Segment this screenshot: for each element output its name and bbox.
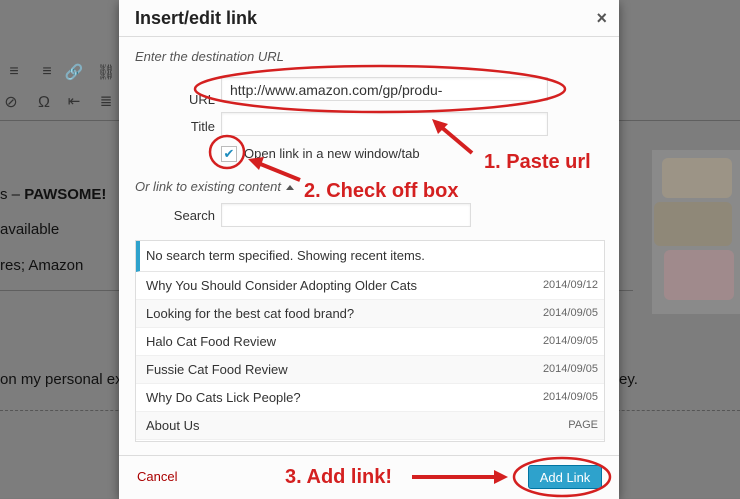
list-item[interactable]: Looking for the best cat food brand? 201… [136, 300, 604, 328]
title-label: Title [190, 119, 215, 134]
special-char-icon[interactable]: Ω [33, 94, 55, 112]
cancel-link[interactable]: Cancel [137, 469, 177, 484]
list-item-date: 2014/09/12 [542, 279, 598, 291]
link-icon[interactable]: 🔗 [63, 63, 85, 81]
editor-toolbar-row-1: ≡ ≡ [3, 63, 69, 81]
list-item-title: Looking for the best cat food brand? [146, 306, 355, 321]
list-item-title: Why You Should Consider Adopting Older C… [146, 278, 418, 293]
list-item-title: About Us [146, 418, 200, 433]
list-item-date: PAGE [568, 419, 598, 431]
content-divider [0, 290, 119, 291]
search-label: Search [173, 208, 215, 223]
dialog-header: Insert/edit link × [119, 0, 619, 37]
new-window-checkbox[interactable]: ✔ [221, 146, 237, 162]
dialog-title: Insert/edit link [135, 8, 258, 28]
toolbar-divider-right [619, 120, 740, 121]
align-right-icon[interactable]: ≡ [36, 63, 58, 81]
collapse-arrow-icon [285, 185, 294, 191]
annotation-step-2: 2. Check off box [304, 180, 459, 202]
content-divider-right [619, 290, 633, 291]
annotation-step-3: 3. Add link! [285, 466, 393, 488]
editor-toolbar-row-2-right: ⇤ ≣ [63, 92, 127, 110]
search-input[interactable] [221, 203, 471, 227]
list-item-date: 2014/09/05 [542, 307, 598, 319]
list-item-title: Fussie Cat Food Review [146, 362, 288, 377]
list-item[interactable]: Halo Cat Food Review 2014/09/05 [136, 328, 604, 356]
url-input[interactable]: http://www.amazon.com/gp/produ- [221, 77, 548, 101]
align-left-icon[interactable]: ≡ [3, 63, 25, 81]
list-item-date: 2014/09/05 [542, 335, 598, 347]
list-item[interactable]: Why You Should Consider Adopting Older C… [136, 272, 604, 300]
annotation-step-1: 1. Paste url [484, 151, 591, 173]
content-line-4: on my personal ex [0, 371, 123, 388]
title-input[interactable] [221, 112, 548, 136]
editor-toolbar-row-1-right: 🔗 ⛓ [63, 63, 127, 81]
new-window-label: Open link in a new window/tab [244, 146, 420, 161]
add-link-button[interactable]: Add Link [528, 465, 602, 489]
list-item-date: 2014/09/05 [542, 391, 598, 403]
unlink-icon[interactable]: ⛓ [95, 63, 117, 81]
insert-edit-link-dialog: Insert/edit link × Enter the destination… [119, 0, 619, 499]
list-item[interactable]: Why Do Cats Lick People? 2014/09/05 [136, 384, 604, 412]
toolbar-divider [0, 120, 119, 121]
editor-toolbar-row-2: ⊘ Ω [0, 92, 66, 112]
content-line-4-end: ey. [619, 371, 638, 388]
list-item[interactable]: About Us PAGE [136, 412, 604, 440]
destination-url-label: Enter the destination URL [135, 49, 284, 64]
cat-food-cans-photo [652, 150, 740, 314]
list-item-title: Halo Cat Food Review [146, 334, 277, 349]
content-line-3: res; Amazon [0, 257, 84, 274]
recent-items-list: No search term specified. Showing recent… [135, 240, 605, 442]
link-to-existing-toggle[interactable]: Or link to existing content [135, 179, 294, 194]
content-line-2: available [0, 221, 60, 238]
list-item-date: 2014/09/05 [542, 363, 598, 375]
list-item-title: Why Do Cats Lick People? [146, 390, 301, 405]
outdent-icon[interactable]: ⇤ [63, 92, 85, 110]
results-notice: No search term specified. Showing recent… [136, 241, 604, 272]
content-line-1: s – PAWSOME! [0, 186, 107, 203]
url-label: URL [188, 92, 215, 107]
list-item[interactable]: Fussie Cat Food Review 2014/09/05 [136, 356, 604, 384]
clear-format-icon[interactable]: ⊘ [0, 92, 22, 112]
indent-icon[interactable]: ≣ [95, 92, 117, 110]
close-icon[interactable]: × [596, 8, 607, 29]
existing-content-label: Or link to existing content [135, 179, 281, 194]
